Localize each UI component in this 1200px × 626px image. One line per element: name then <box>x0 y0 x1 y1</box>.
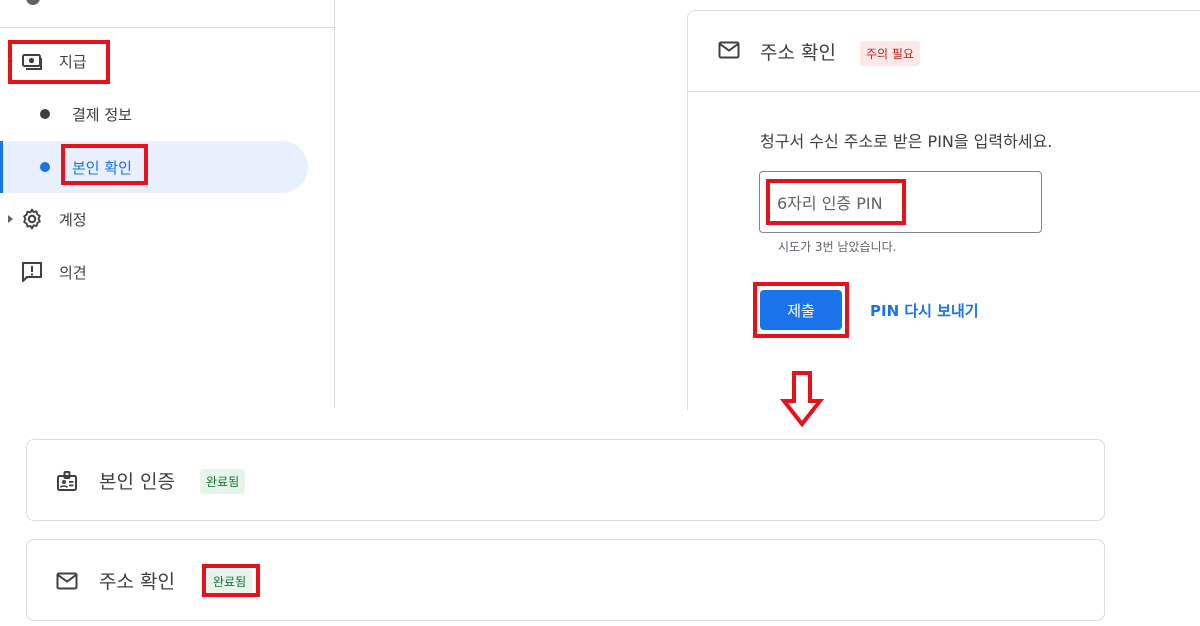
bullet-icon <box>40 109 50 119</box>
arrow-down-icon <box>779 370 825 428</box>
sidebar-item-payments[interactable]: 지급 <box>0 35 330 87</box>
mail-icon <box>717 38 741 62</box>
address-verification-result-card: 주소 확인 완료됨 <box>26 539 1105 621</box>
sidebar-item-label: 계정 <box>59 210 87 229</box>
card-title: 주소 확인 <box>760 42 836 64</box>
sidebar-item-label: 의견 <box>59 263 87 282</box>
instruction-text: 청구서 수신 주소로 받은 PIN을 입력하세요. <box>760 132 1053 151</box>
attempts-hint: 시도가 3번 남았습니다. <box>778 240 897 254</box>
app-logo-icon <box>26 0 40 5</box>
sidebar-item-identity-check[interactable]: 본인 확인 <box>0 141 308 193</box>
expand-caret-icon[interactable] <box>8 215 13 223</box>
sidebar-item-label: 결제 정보 <box>72 105 132 124</box>
identity-verification-card: 본인 인증 완료됨 <box>26 439 1105 521</box>
sidebar-item-label: 지급 <box>59 52 87 71</box>
card-title: 주소 확인 <box>99 571 175 593</box>
bullet-icon <box>40 162 50 172</box>
card-title: 본인 인증 <box>99 471 175 493</box>
sidebar-divider <box>0 27 334 28</box>
sidebar-item-feedback[interactable]: 의견 <box>0 246 330 298</box>
submit-button[interactable]: 제출 <box>760 290 842 330</box>
expand-caret-icon[interactable] <box>8 57 13 65</box>
sidebar: 지급 결제 정보 본인 확인 계정 의견 <box>0 0 335 408</box>
status-badge: 주의 필요 <box>860 41 920 66</box>
id-badge-icon <box>55 469 79 493</box>
resend-pin-link[interactable]: PIN 다시 보내기 <box>870 300 979 321</box>
gear-icon <box>20 207 44 231</box>
sidebar-item-billing-info[interactable]: 결제 정보 <box>0 88 308 140</box>
feedback-icon <box>20 260 44 284</box>
submit-button-label: 제출 <box>787 301 815 320</box>
sidebar-item-account[interactable]: 계정 <box>0 193 330 245</box>
sidebar-item-label: 본인 확인 <box>72 158 132 177</box>
status-badge: 완료됨 <box>200 469 246 494</box>
card-divider <box>688 91 1200 92</box>
mail-icon <box>55 569 79 593</box>
pin-input-placeholder: 6자리 인증 PIN <box>777 194 883 213</box>
status-badge: 완료됨 <box>207 569 253 594</box>
active-indicator <box>0 141 3 193</box>
payments-icon <box>20 49 44 73</box>
